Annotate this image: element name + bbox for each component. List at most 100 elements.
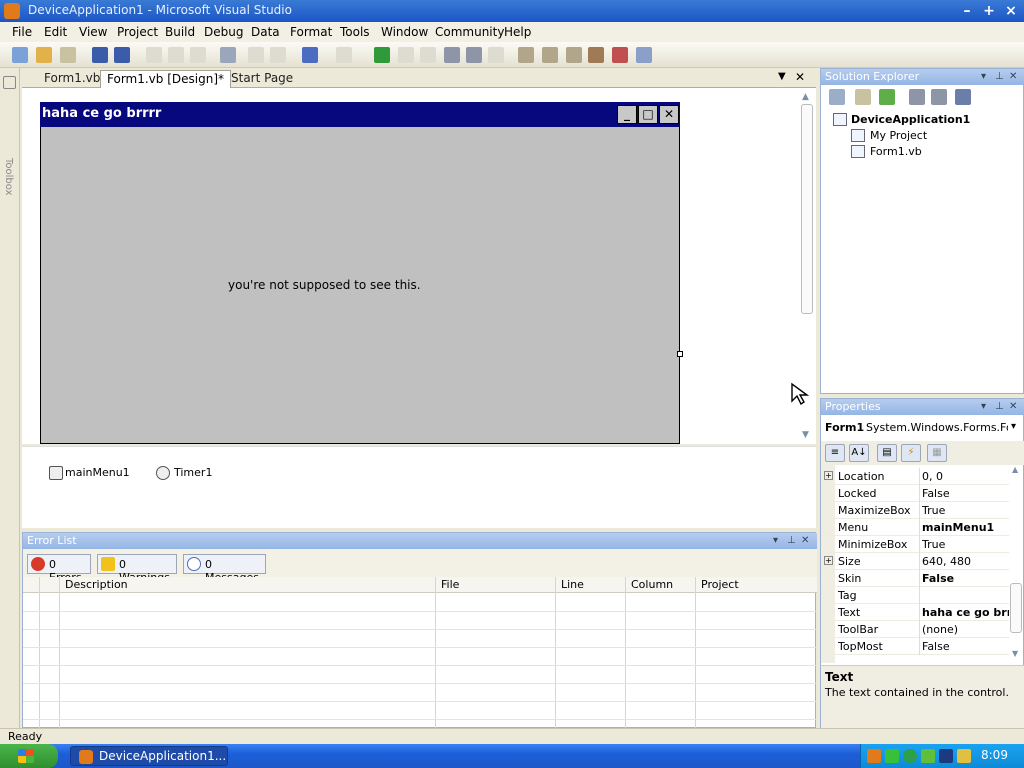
expand-icon[interactable]: + bbox=[824, 471, 833, 480]
property-value[interactable]: True bbox=[922, 538, 1010, 551]
start-debugging-icon[interactable] bbox=[374, 47, 390, 63]
property-row[interactable]: TopMost False bbox=[821, 638, 1011, 655]
solution-explorer-icon[interactable] bbox=[542, 47, 558, 63]
column-file[interactable]: File bbox=[441, 578, 459, 591]
property-pages-icon[interactable]: ▦ bbox=[927, 444, 947, 462]
panel-dropdown-icon[interactable]: ▾ bbox=[981, 399, 986, 415]
panel-dropdown-icon[interactable]: ▾ bbox=[981, 69, 986, 85]
form-caption-bar[interactable]: haha ce go brrrr _ □ ✕ bbox=[40, 102, 680, 127]
show-all-files-icon[interactable] bbox=[855, 89, 871, 105]
pause-icon[interactable] bbox=[398, 47, 414, 63]
toolbox-icon[interactable] bbox=[588, 47, 604, 63]
menu-build[interactable]: Build bbox=[165, 25, 195, 39]
property-row[interactable]: ToolBar (none) bbox=[821, 621, 1011, 638]
taskbar-button-visual-studio[interactable]: DeviceApplication1... bbox=[70, 746, 228, 766]
menu-window[interactable]: Window bbox=[381, 25, 428, 39]
form-minimize-button[interactable]: _ bbox=[617, 105, 637, 124]
property-value[interactable]: False bbox=[922, 572, 1010, 585]
close-document-icon[interactable]: ✕ bbox=[795, 70, 805, 84]
toolbox-strip[interactable]: Toolbox bbox=[0, 68, 20, 728]
panel-pin-icon[interactable]: ⊥ bbox=[995, 399, 1004, 415]
property-row[interactable]: Menu mainMenu1 bbox=[821, 519, 1011, 536]
scroll-thumb[interactable] bbox=[1010, 583, 1022, 633]
print-icon[interactable] bbox=[220, 47, 236, 63]
scroll-up-icon[interactable]: ▲ bbox=[1012, 465, 1018, 474]
messages-filter-button[interactable]: 0 Messages bbox=[183, 554, 266, 584]
scroll-thumb[interactable] bbox=[801, 104, 813, 314]
menu-tools[interactable]: Tools bbox=[340, 25, 370, 39]
tray-arrow-icon[interactable] bbox=[939, 749, 953, 763]
menu-community[interactable]: Community bbox=[435, 25, 504, 39]
warnings-filter-button[interactable]: 0 Warnings bbox=[97, 554, 177, 584]
component-timer[interactable]: Timer1 bbox=[174, 466, 212, 479]
panel-pin-icon[interactable]: ⊥ bbox=[995, 69, 1004, 85]
save-all-icon[interactable] bbox=[114, 47, 130, 63]
tab-form1-design[interactable]: Form1.vb [Design]* bbox=[100, 70, 232, 88]
view-code-icon[interactable] bbox=[909, 89, 925, 105]
menu-help[interactable]: Help bbox=[504, 25, 531, 39]
class-diagram-icon[interactable] bbox=[955, 89, 971, 105]
step-out-icon[interactable] bbox=[488, 47, 504, 63]
outdent-icon[interactable] bbox=[270, 47, 286, 63]
property-value[interactable]: False bbox=[922, 640, 1010, 653]
properties-icon[interactable] bbox=[829, 89, 845, 105]
form-close-button[interactable]: ✕ bbox=[659, 105, 679, 124]
undo-icon[interactable] bbox=[302, 47, 318, 63]
property-row[interactable]: Tag bbox=[821, 587, 1011, 604]
property-value[interactable]: haha ce go brrrr bbox=[922, 606, 1010, 619]
property-value[interactable]: True bbox=[922, 504, 1010, 517]
menu-project[interactable]: Project bbox=[117, 25, 158, 39]
panel-close-icon[interactable]: ✕ bbox=[1009, 69, 1017, 85]
step-into-icon[interactable] bbox=[444, 47, 460, 63]
command-window-icon[interactable] bbox=[636, 47, 652, 63]
property-value[interactable]: 640, 480 bbox=[922, 555, 1010, 568]
maximize-button[interactable]: + bbox=[980, 2, 998, 20]
menu-view[interactable]: View bbox=[79, 25, 107, 39]
property-value[interactable]: 0, 0 bbox=[922, 470, 1010, 483]
panel-close-icon[interactable]: ✕ bbox=[1009, 399, 1017, 415]
start-button[interactable] bbox=[0, 744, 58, 768]
property-row[interactable]: MinimizeBox True bbox=[821, 536, 1011, 553]
add-item-icon[interactable] bbox=[60, 47, 76, 63]
scroll-down-icon[interactable]: ▼ bbox=[1012, 649, 1018, 658]
object-browser-icon[interactable] bbox=[612, 47, 628, 63]
close-button[interactable]: × bbox=[1002, 2, 1020, 20]
step-over-icon[interactable] bbox=[466, 47, 482, 63]
events-icon[interactable]: ⚡ bbox=[901, 444, 921, 462]
form-resize-handle[interactable] bbox=[677, 351, 683, 357]
property-row[interactable]: Locked False bbox=[821, 485, 1011, 502]
column-project[interactable]: Project bbox=[701, 578, 739, 591]
stop-icon[interactable] bbox=[420, 47, 436, 63]
tray-sync-icon[interactable] bbox=[903, 749, 917, 763]
tab-list-dropdown-icon[interactable]: ▼ bbox=[778, 71, 786, 82]
tray-play-icon[interactable] bbox=[885, 749, 899, 763]
panel-dropdown-icon[interactable]: ▾ bbox=[773, 533, 778, 549]
find-icon[interactable] bbox=[518, 47, 534, 63]
scroll-up-icon[interactable]: ▲ bbox=[802, 92, 809, 102]
form-preview[interactable] bbox=[40, 102, 680, 444]
property-row[interactable]: MaximizeBox True bbox=[821, 502, 1011, 519]
tray-app-icon[interactable] bbox=[867, 749, 881, 763]
refresh-icon[interactable] bbox=[879, 89, 895, 105]
property-row[interactable]: + Size 640, 480 bbox=[821, 553, 1011, 570]
redo-icon[interactable] bbox=[336, 47, 352, 63]
form-maximize-button[interactable]: □ bbox=[638, 105, 658, 124]
object-selector[interactable]: Form1 System.Windows.Forms.Form ▾ bbox=[823, 419, 1021, 437]
column-column[interactable]: Column bbox=[631, 578, 673, 591]
categorized-icon[interactable]: ≡ bbox=[825, 444, 845, 462]
tray-tools-icon[interactable] bbox=[957, 749, 971, 763]
alphabetical-icon[interactable]: A↓ bbox=[849, 444, 869, 462]
view-designer-icon[interactable] bbox=[931, 89, 947, 105]
column-line[interactable]: Line bbox=[561, 578, 584, 591]
property-row[interactable]: Text haha ce go brrrr bbox=[821, 604, 1011, 621]
expand-icon[interactable]: + bbox=[824, 556, 833, 565]
scroll-down-icon[interactable]: ▼ bbox=[802, 430, 809, 440]
menu-data[interactable]: Data bbox=[251, 25, 280, 39]
column-description[interactable]: Description bbox=[65, 578, 128, 591]
property-row[interactable]: + Location 0, 0 bbox=[821, 468, 1011, 485]
chevron-down-icon[interactable]: ▾ bbox=[1011, 421, 1016, 432]
minimize-button[interactable]: – bbox=[958, 2, 976, 20]
component-main-menu[interactable]: mainMenu1 bbox=[65, 466, 130, 479]
property-value[interactable]: False bbox=[922, 487, 1010, 500]
tree-item-my-project[interactable]: My Project bbox=[870, 129, 927, 142]
